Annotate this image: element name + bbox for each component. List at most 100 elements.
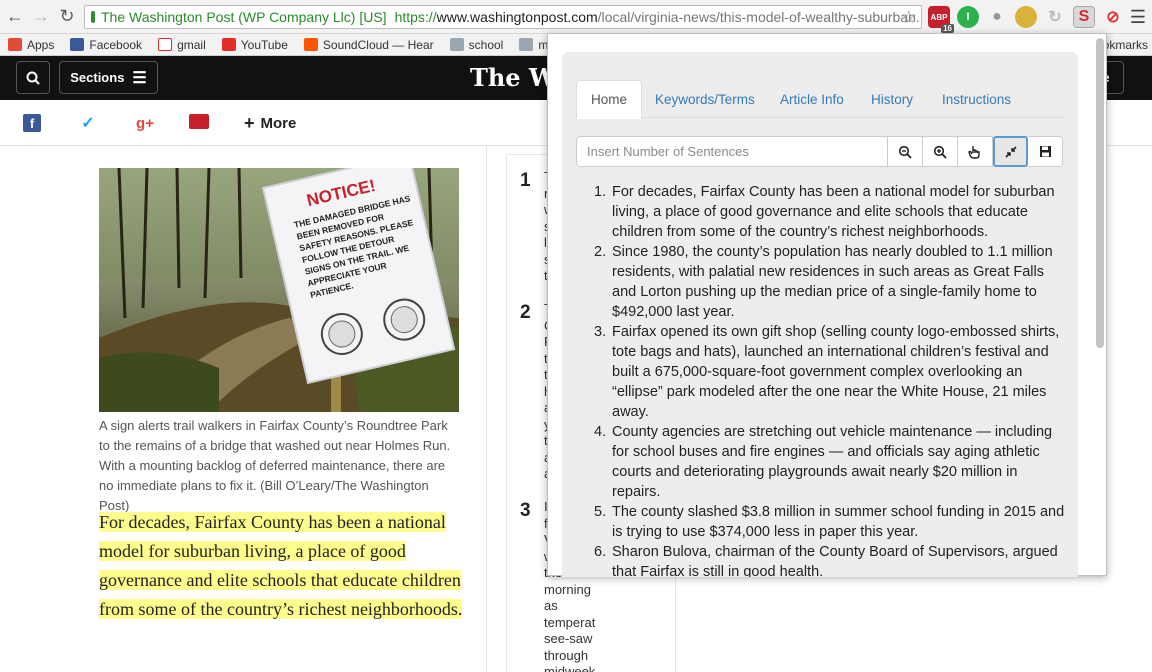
photo-caption: A sign alerts trail walkers in Fairfax C… [99, 418, 451, 513]
summary-text: For decades, Fairfax County has been a n… [612, 184, 1055, 240]
shield-extension-icon[interactable] [1015, 6, 1037, 28]
summarizer-extension-icon[interactable]: S [1073, 6, 1095, 28]
facebook-icon [70, 38, 85, 51]
more-label: More [260, 115, 297, 132]
summary-number: 5. [594, 504, 607, 520]
tab-home[interactable]: Home [576, 80, 643, 119]
reload-icon[interactable]: ↻ [56, 6, 78, 28]
url-host: www.washingtonpost.com [436, 9, 598, 25]
bookmark-label: Apps [27, 37, 55, 52]
ev-certificate-label[interactable]: The Washington Post (WP Company Llc) [US… [101, 9, 387, 25]
highlight-button[interactable] [958, 136, 993, 167]
search-button[interactable] [16, 61, 50, 94]
article-photo: NOTICE! THE DAMAGED BRIDGE HAS BEEN REMO… [99, 168, 459, 412]
google-plus-share-icon[interactable]: g+ [134, 114, 156, 132]
url-scheme: https:// [394, 9, 437, 25]
trail-sign-image: NOTICE! THE DAMAGED BRIDGE HAS BEEN REMO… [99, 168, 459, 412]
popup-panel: Home Keywords/Terms Article Info History… [562, 52, 1078, 577]
twitter-share-icon[interactable]: ✓ [79, 114, 97, 132]
evernote-icon[interactable]: I [957, 6, 979, 28]
summary-item: 3. Fairfax opened its own gift shop (sell… [594, 322, 1066, 422]
summary-item: 5. The county slashed $3.8 million in sum… [594, 502, 1066, 542]
folder-icon [519, 38, 534, 51]
bookmark-label: gmail [177, 37, 206, 52]
lightbulb-icon[interactable]: ● [986, 6, 1008, 28]
popup-tabs: Home Keywords/Terms Article Info History… [576, 80, 1064, 119]
address-bar[interactable]: The Washington Post (WP Company Llc) [US… [84, 5, 922, 29]
tab-keywords[interactable]: Keywords/Terms [641, 80, 769, 118]
blocker-icon[interactable]: ⊘ [1102, 6, 1124, 28]
summary-list: 1. For decades, Fairfax County has been a… [594, 182, 1066, 577]
bookmark-soundcloud[interactable]: SoundCloud — Hear [303, 37, 434, 52]
summary-number: 3. [594, 324, 607, 340]
zoom-in-button[interactable] [923, 136, 958, 167]
tab-article-info[interactable]: Article Info [766, 80, 858, 118]
plus-icon: + [244, 113, 255, 133]
tab-instructions[interactable]: Instructions [928, 80, 1025, 118]
summary-item: 2. Since 1980, the county’s population ha… [594, 242, 1066, 322]
bookmark-star-icon[interactable]: ☆ [901, 7, 917, 28]
bookmark-label: Facebook [89, 37, 143, 52]
search-icon [26, 71, 40, 85]
summary-item: 1. For decades, Fairfax County has been a… [594, 182, 1066, 242]
sections-button[interactable]: Sections ☰ [59, 61, 158, 94]
summary-number: 4. [594, 424, 607, 440]
back-arrow-icon[interactable]: ← [4, 6, 26, 28]
adblock-plus-icon[interactable]: ABP 16 [928, 6, 954, 33]
apps-grid-icon [8, 38, 22, 51]
other-bookmarks[interactable]: okmarks [1103, 38, 1148, 52]
email-share-icon[interactable] [189, 114, 209, 129]
adblock-label: ABP [930, 12, 948, 22]
save-button[interactable] [1028, 136, 1063, 167]
hand-pointer-icon [968, 145, 980, 159]
more-share-button[interactable]: + More [244, 113, 296, 134]
forward-arrow-icon[interactable]: → [30, 6, 52, 28]
article-lede: For decades, Fairfax County has been a n… [99, 508, 469, 624]
compress-icon [1004, 145, 1017, 158]
sections-label: Sections [70, 70, 125, 85]
rail-number: 1 [520, 170, 531, 191]
rail-number: 3 [520, 500, 531, 521]
sentence-count-input[interactable] [576, 136, 888, 167]
summary-item: 6. Sharon Bulova, chairman of the County … [594, 542, 1066, 577]
gmail-icon [158, 38, 173, 51]
summary-item: 4. County agencies are stretching out veh… [594, 422, 1066, 502]
url-path: /local/virginia-news/this-model-of-wealt… [597, 9, 922, 25]
summary-number: 2. [594, 244, 607, 260]
bookmark-youtube[interactable]: YouTube [221, 37, 288, 52]
lock-icon [91, 11, 95, 23]
highlighted-sentence: For decades, Fairfax County has been a n… [99, 512, 463, 619]
summarizer-popup: Home Keywords/Terms Article Info History… [547, 33, 1107, 577]
bookmark-apps[interactable]: Apps [8, 38, 54, 52]
adblock-count-badge: 16 [941, 24, 954, 33]
youtube-icon [221, 38, 236, 51]
column-divider [486, 146, 487, 672]
summary-text: County agencies are stretching out vehic… [612, 424, 1053, 500]
summary-text: Fairfax opened its own gift shop (sellin… [612, 324, 1060, 420]
zoom-out-button[interactable] [888, 136, 923, 167]
sentence-input-group [576, 136, 1064, 167]
summary-text: Since 1980, the county’s population has … [612, 244, 1053, 320]
zoom-in-icon [933, 145, 947, 159]
facebook-share-icon[interactable]: f [23, 114, 41, 132]
bookmark-school[interactable]: school [449, 38, 503, 52]
bookmark-facebook[interactable]: Facebook [70, 38, 142, 52]
collapse-button[interactable] [993, 136, 1028, 167]
floppy-disk-icon [1039, 146, 1051, 157]
hamburger-icon: ☰ [132, 69, 147, 87]
folder-icon [449, 38, 464, 51]
summary-number: 1. [594, 184, 607, 200]
extension-icon[interactable]: ↻ [1044, 6, 1066, 28]
bookmark-gmail[interactable]: gmail [158, 38, 206, 52]
extension-icons: ABP 16 I ● ↻ S ⊘ [928, 6, 1124, 33]
bookmark-label: SoundCloud — Hear [322, 37, 434, 52]
popup-scroll-thumb[interactable] [1096, 38, 1104, 348]
summary-text: Sharon Bulova, chairman of the County Bo… [612, 544, 1058, 577]
popup-scrollbar[interactable] [1096, 38, 1104, 573]
browser-toolbar: ← → ↻ The Washington Post (WP Company Ll… [0, 0, 1152, 34]
bookmark-label: YouTube [240, 37, 288, 52]
tab-history[interactable]: History [857, 80, 927, 118]
summary-text: The county slashed $3.8 million in summe… [612, 504, 1065, 540]
browser-menu-icon[interactable]: ☰ [1130, 7, 1146, 28]
zoom-out-icon [898, 145, 912, 159]
